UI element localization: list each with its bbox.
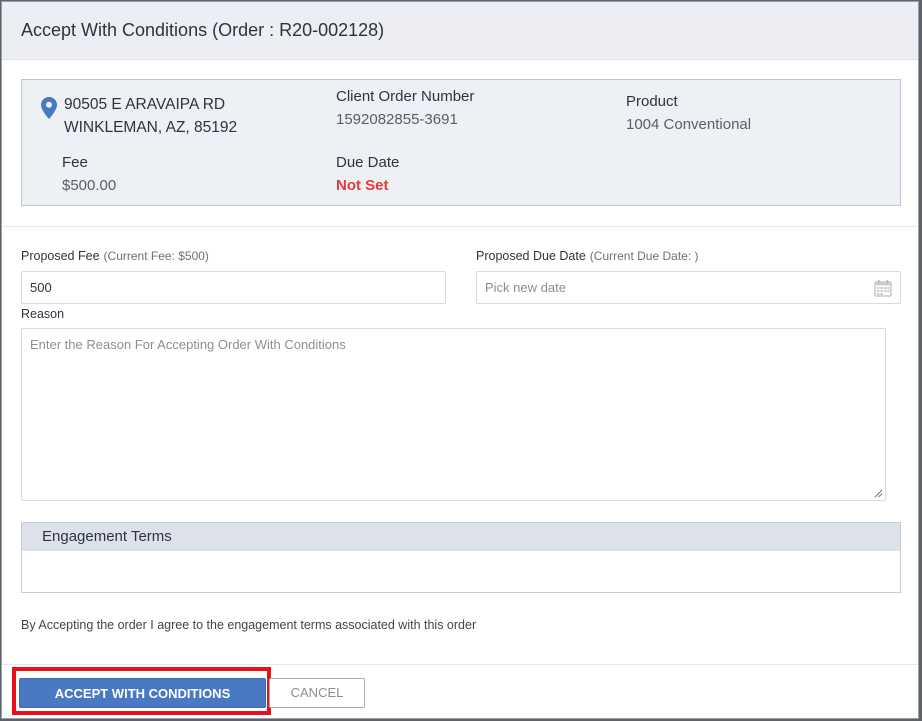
proposed-due-date-label: Proposed Due Date (Current Due Date: ) [476,249,699,263]
footer-divider [2,664,918,665]
reason-textarea[interactable]: Enter the Reason For Accepting Order Wit… [21,328,886,501]
client-order-label: Client Order Number [336,88,475,105]
calendar-icon[interactable] [874,279,892,297]
proposed-due-date-label-text: Proposed Due Date [476,249,586,263]
reason-placeholder: Enter the Reason For Accepting Order Wit… [30,337,346,352]
proposed-fee-label: Proposed Fee (Current Fee: $500) [21,249,209,263]
dialog-title: Accept With Conditions (Order : R20-0021… [21,20,385,40]
address-line-2: WINKLEMAN, AZ, 85192 [64,119,238,136]
due-date-placeholder: Pick new date [485,280,566,295]
agreement-text: By Accepting the order I agree to the en… [21,618,477,632]
property-address: 90505 E ARAVAIPA RD WINKLEMAN, AZ, 85192 [64,93,237,139]
fee-label: Fee [62,154,88,171]
address-line-1: 90505 E ARAVAIPA RD [64,96,226,113]
dialog-header: Accept With Conditions (Order : R20-0021… [2,2,918,60]
due-date-value: Not Set [336,177,389,194]
reason-label: Reason [21,307,65,321]
product-label: Product [626,93,678,110]
engagement-terms-header: Engagement Terms [21,522,901,552]
section-divider [2,226,918,227]
proposed-fee-input[interactable]: 500 [21,271,446,304]
proposed-due-date-input[interactable]: Pick new date [476,271,901,304]
fee-value: $500.00 [62,177,117,194]
client-order-value: 1592082855-3691 [336,111,458,128]
engagement-terms-content [21,551,901,593]
order-summary-panel: 90505 E ARAVAIPA RD WINKLEMAN, AZ, 85192… [21,79,901,206]
current-due-date-hint: (Current Due Date: ) [589,249,699,263]
accept-with-conditions-button[interactable]: ACCEPT WITH CONDITIONS [19,678,266,708]
accept-with-conditions-dialog: Accept With Conditions (Order : R20-0021… [1,1,919,719]
proposed-fee-label-text: Proposed Fee [21,249,100,263]
current-fee-hint: (Current Fee: $500) [103,249,209,263]
cancel-button[interactable]: CANCEL [269,678,365,708]
location-pin-icon [41,97,57,119]
product-value: 1004 Conventional [626,116,752,133]
resize-grip-icon[interactable] [874,489,883,498]
due-date-label: Due Date [336,154,400,171]
